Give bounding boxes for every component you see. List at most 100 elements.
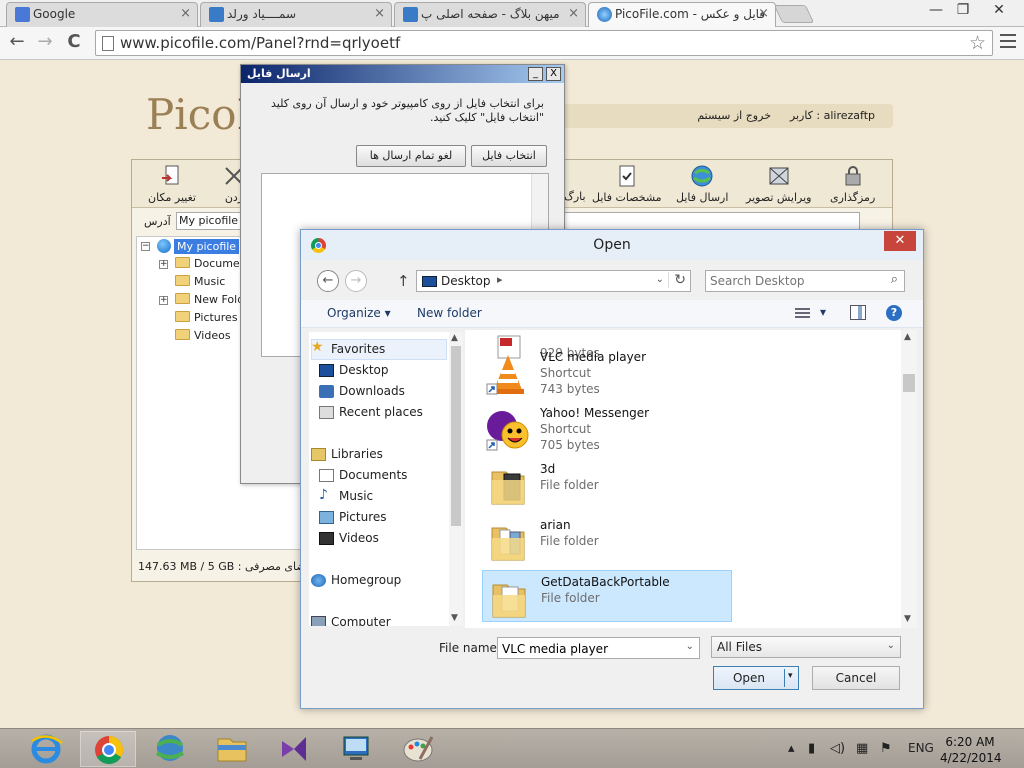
nav-computer[interactable]: Computer (311, 615, 391, 626)
download-manager-icon[interactable] (142, 731, 198, 767)
network-icon[interactable]: ▦ (856, 741, 868, 756)
nav-libraries[interactable]: Libraries (311, 447, 383, 461)
tree-item-documents[interactable]: Documen (175, 257, 247, 270)
tab-samiad[interactable]: سمــــیاد ورلد × (200, 2, 392, 27)
file-item-getdataback[interactable]: GetDataBackPortable File folder (482, 570, 732, 622)
search-input[interactable] (710, 273, 880, 289)
nav-documents[interactable]: Documents (319, 468, 407, 482)
system-clock[interactable]: 6:20 AM 4/22/2014 (940, 734, 1002, 766)
location-breadcrumb[interactable]: Desktop ▸ ⌄ ↻ (416, 270, 691, 292)
scroll-up-icon[interactable]: ▲ (451, 333, 458, 343)
tree-item-videos[interactable]: Videos (175, 329, 231, 342)
new-tab-button[interactable] (773, 5, 815, 23)
tree-item-pictures[interactable]: Pictures (175, 311, 238, 324)
nav-scroll-thumb[interactable] (451, 346, 461, 526)
tab-google[interactable]: Google × (6, 2, 198, 27)
nav-pictures[interactable]: Pictures (319, 510, 387, 524)
reload-icon[interactable]: C (63, 32, 85, 54)
open-button[interactable]: Open ▾ (713, 666, 799, 690)
breadcrumb-desktop[interactable]: Desktop (441, 274, 491, 288)
file-properties-button[interactable]: مشخصات فایل (592, 164, 662, 204)
view-options-icon[interactable] (795, 306, 810, 320)
forward-icon[interactable]: → (345, 270, 367, 292)
nav-downloads[interactable]: Downloads (319, 384, 405, 398)
close-window-icon[interactable]: ✕ (976, 0, 1022, 22)
tab-picofile[interactable]: PicoFile.com - فایل و عکس × (588, 2, 776, 27)
preview-pane-icon[interactable] (850, 305, 866, 320)
new-folder-button[interactable]: New folder (417, 306, 482, 320)
send-close-icon[interactable]: X (546, 67, 561, 81)
file-item-yahoo[interactable]: Yahoo! Messenger Shortcut 705 bytes (482, 402, 732, 454)
back-icon[interactable]: ← (6, 32, 28, 54)
tree-item-music[interactable]: Music (175, 275, 225, 288)
flag-icon[interactable]: ⚑ (880, 741, 892, 756)
nav-desktop[interactable]: Desktop (319, 363, 389, 377)
volume-icon[interactable]: ◁) (830, 741, 845, 756)
choose-file-button[interactable]: انتخاب فایل (471, 145, 547, 167)
chevron-down-icon[interactable]: ▾ (820, 305, 826, 319)
move-button[interactable]: تغییر مکان (148, 164, 196, 204)
scroll-down-icon[interactable]: ▼ (904, 614, 911, 624)
tab-close-icon[interactable]: × (180, 3, 191, 25)
upload-file-button[interactable]: ارسال فایل (676, 164, 728, 204)
tab-close-icon[interactable]: × (374, 3, 385, 25)
maximize-icon[interactable]: ❐ (950, 0, 976, 22)
search-box[interactable]: ⌕ (705, 270, 905, 292)
address-bar[interactable]: www.picofile.com/Panel?rnd=qrlyoetf ☆ (95, 30, 993, 56)
file-name-combobox[interactable]: ⌄ (497, 637, 700, 659)
nav-videos[interactable]: Videos (319, 531, 379, 545)
chevron-down-icon[interactable]: ⌄ (656, 274, 664, 285)
send-minimize-icon[interactable]: _ (528, 67, 543, 81)
battery-icon[interactable]: ▮ (808, 741, 815, 756)
file-name-input[interactable] (502, 641, 682, 656)
tray-chevron-icon[interactable]: ▴ (788, 741, 795, 756)
minimize-icon[interactable]: — (922, 0, 950, 22)
expand-icon[interactable]: + (159, 296, 168, 305)
paint-icon[interactable] (390, 731, 446, 767)
tab-close-icon[interactable]: × (568, 3, 579, 25)
language-indicator[interactable]: ENG (908, 741, 934, 755)
collapse-icon[interactable]: − (141, 242, 150, 251)
chevron-down-icon[interactable]: ⌄ (686, 641, 694, 652)
file-type-select[interactable]: All Files ⌄ (711, 636, 901, 658)
logout-link[interactable]: خروج از سیستم (697, 109, 771, 122)
cancel-button[interactable]: Cancel (812, 666, 900, 690)
encrypt-button[interactable]: رمزگذاری (830, 164, 875, 204)
cancel-all-uploads-button[interactable]: لغو تمام ارسال ها (356, 145, 466, 167)
internet-explorer-icon[interactable] (18, 731, 74, 767)
refresh-icon[interactable]: ↻ (668, 272, 686, 288)
tab-mihanblog[interactable]: میهن بلاگ - صفحه اصلی پ × (394, 2, 586, 27)
edit-image-button[interactable]: ویرایش تصویر (746, 164, 812, 204)
file-list-scrollbar[interactable]: ▲ ▼ (901, 330, 917, 628)
file-item-arian[interactable]: arian File folder (482, 514, 732, 566)
file-scroll-thumb[interactable] (903, 374, 915, 392)
open-options-icon[interactable]: ▾ (788, 671, 793, 681)
chrome-menu-icon[interactable] (1000, 34, 1016, 50)
help-icon[interactable]: ? (886, 305, 902, 321)
tree-root[interactable]: My picofile (157, 239, 240, 254)
tab-close-icon[interactable]: × (758, 3, 769, 25)
scroll-down-icon[interactable]: ▼ (451, 613, 458, 623)
file-item-vlc[interactable]: VLC media player Shortcut 743 bytes (482, 346, 732, 398)
nav-homegroup[interactable]: Homegroup (311, 573, 401, 587)
forward-icon[interactable]: → (34, 32, 56, 54)
url-text[interactable]: www.picofile.com/Panel?rnd=qrlyoetf (120, 34, 400, 52)
expand-icon[interactable]: + (159, 260, 168, 269)
up-folder-icon[interactable]: ↑ (397, 272, 410, 290)
nav-music[interactable]: ♪ Music (319, 487, 373, 503)
nav-recent-places[interactable]: Recent places (319, 405, 423, 419)
back-icon[interactable]: ← (317, 270, 339, 292)
chevron-down-icon[interactable]: ⌄ (887, 640, 895, 651)
bookmark-star-icon[interactable]: ☆ (969, 32, 986, 54)
nav-favorites[interactable]: ★ Favorites (311, 339, 385, 356)
file-explorer-icon[interactable] (204, 731, 260, 767)
breadcrumb-arrow-icon[interactable]: ▸ (497, 273, 503, 286)
visual-studio-icon[interactable] (266, 731, 322, 767)
download-button[interactable]: بارگ (564, 190, 586, 203)
organize-button[interactable]: Organize ▾ (327, 306, 391, 320)
file-item-3d[interactable]: 3d File folder (482, 458, 732, 510)
chrome-taskbar-icon[interactable] (80, 731, 136, 767)
scroll-up-icon[interactable]: ▲ (904, 332, 911, 342)
close-dialog-icon[interactable]: ✕ (884, 231, 916, 251)
remote-desktop-icon[interactable] (328, 731, 384, 767)
